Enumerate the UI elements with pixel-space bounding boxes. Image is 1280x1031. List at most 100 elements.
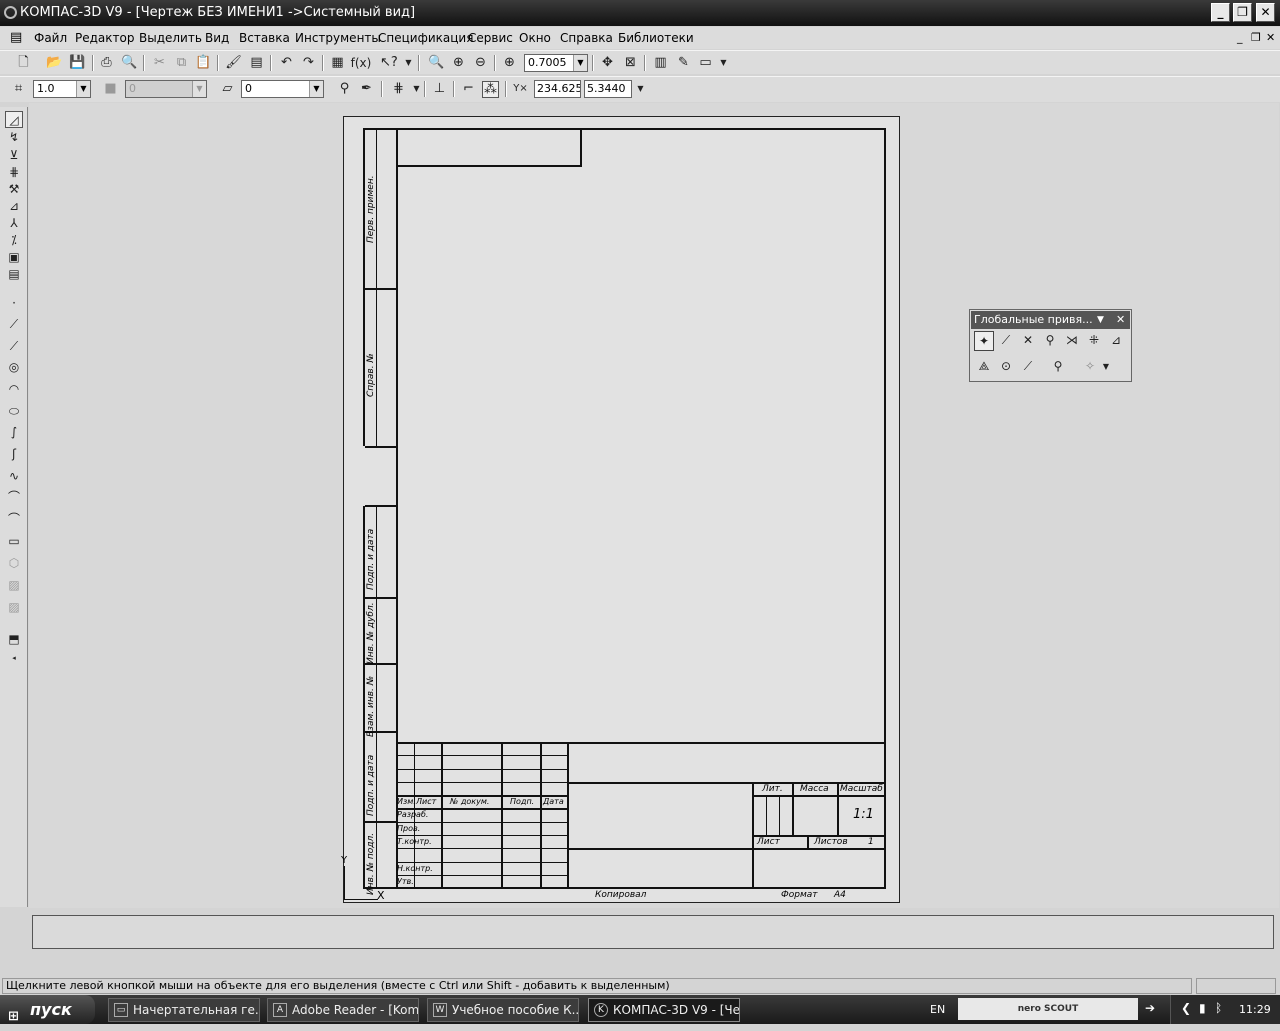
point-on-curve-snap-icon[interactable]: ⟋ <box>1018 357 1038 377</box>
dimensions-panel-icon[interactable]: ↯ <box>5 129 23 146</box>
angle-snap-icon[interactable]: ⊿ <box>1106 331 1126 351</box>
dropdown-arrow-icon[interactable]: ▼ <box>408 81 425 98</box>
mdi-minimize-button[interactable]: _ <box>1237 31 1243 44</box>
snap-panel-header[interactable]: Глобальные привя... ▼ ✕ <box>971 311 1130 329</box>
spec-panel-icon[interactable]: ▣ <box>5 249 23 266</box>
reports-panel-icon[interactable]: ▤ <box>5 266 23 283</box>
manager-icon[interactable]: ▦ <box>329 55 346 72</box>
menu-select[interactable]: Выделить <box>139 31 202 45</box>
format-brush-icon[interactable]: 🖌 <box>225 55 242 72</box>
selection-panel-icon[interactable]: ⅄ <box>5 215 23 232</box>
redo-icon[interactable]: ↷ <box>300 55 317 72</box>
bezier-icon[interactable]: ʃ <box>5 446 23 463</box>
ellipse-icon[interactable]: ⬭ <box>5 403 23 420</box>
help-pointer-icon[interactable]: ↖? <box>380 55 398 72</box>
zoom-in-icon[interactable]: ⊕ <box>450 55 467 72</box>
geometry-panel-icon[interactable]: ◿ <box>5 111 23 128</box>
normal-snap-icon[interactable]: ⚲ <box>1040 331 1060 351</box>
nero-scout-bar[interactable]: nero SCOUT <box>958 998 1138 1020</box>
panel-close-icon[interactable]: ✕ <box>1116 311 1125 329</box>
menu-help[interactable]: Справка <box>560 31 613 45</box>
show-all-icon[interactable]: ⊠ <box>622 55 639 72</box>
spline-icon[interactable]: ∫ <box>5 424 23 441</box>
language-indicator[interactable]: EN <box>930 1003 945 1016</box>
dropdown-arrow-icon[interactable]: ▼ <box>76 81 90 97</box>
aux-line-icon[interactable]: ⟋ <box>5 316 23 333</box>
circle-icon[interactable]: ◎ <box>5 359 23 376</box>
parametrization-panel-icon[interactable]: ⚒ <box>5 181 23 198</box>
menu-libraries[interactable]: Библиотеки <box>618 31 694 45</box>
menu-specification[interactable]: Спецификация <box>378 31 473 45</box>
minimize-button[interactable]: _ <box>1211 3 1230 22</box>
fill-icon[interactable]: ▨ <box>5 599 23 616</box>
task-folder[interactable]: ▭ Начертательная ге... <box>108 998 260 1022</box>
editing-panel-icon[interactable]: ⋕ <box>5 164 23 181</box>
nearest-point-snap-icon[interactable]: ✦ <box>974 331 994 351</box>
center-snap-icon[interactable]: ⊙ <box>996 357 1016 377</box>
menu-service[interactable]: Сервис <box>468 31 513 45</box>
polyline-icon[interactable]: ∿ <box>5 468 23 485</box>
contour-icon[interactable]: ⬡ <box>5 555 23 572</box>
snap-off-icon[interactable]: ⚲ <box>1048 357 1068 377</box>
screen-icon[interactable]: ▭ <box>697 55 714 72</box>
variables-icon[interactable]: f(x) <box>350 55 372 72</box>
task-kompas[interactable]: K КОМПАС-3D V9 - [Че... <box>588 998 740 1022</box>
properties-icon[interactable]: ▤ <box>248 55 265 72</box>
arrow-right-icon[interactable]: ➔ <box>1145 1001 1155 1015</box>
layer-combo[interactable]: 0 ▼ <box>241 80 324 98</box>
dropdown-arrow-icon[interactable]: ▼ <box>1096 357 1116 377</box>
print-icon[interactable]: ⎙ <box>98 55 115 72</box>
task-adobe-reader[interactable]: A Adobe Reader - [Kom... <box>267 998 419 1022</box>
expand-arrow-icon[interactable]: ◂ <box>5 650 23 667</box>
notation-panel-icon[interactable]: ⊻ <box>5 147 23 164</box>
dropdown-arrow-icon[interactable]: ▼ <box>573 55 587 71</box>
middle-snap-icon[interactable]: ⟁ <box>974 357 994 377</box>
paste-icon[interactable]: 📋 <box>195 55 212 72</box>
step-combo[interactable]: 1.0 ▼ <box>33 80 91 98</box>
coord-x-field[interactable]: 234.625 <box>534 80 581 98</box>
save-icon[interactable]: 💾 <box>69 55 86 72</box>
parametric-mode-icon[interactable]: ⁂ <box>482 81 499 98</box>
dropdown-arrow-icon[interactable]: ▼ <box>632 81 649 98</box>
associative-views-icon[interactable]: ⁒ <box>5 232 23 249</box>
menu-edit[interactable]: Редактор <box>75 31 134 45</box>
coord-y-field[interactable]: 5.3440 <box>584 80 632 98</box>
local-snap-icon[interactable]: ✒ <box>358 81 375 98</box>
zoom-combo[interactable]: 0.7005 ▼ <box>524 54 588 72</box>
dropdown-arrow-icon[interactable]: ▼ <box>309 81 323 97</box>
segment-icon[interactable]: ⟋ <box>5 338 23 355</box>
zoom-window-icon[interactable]: 🔍 <box>428 55 445 72</box>
measure-panel-icon[interactable]: ⊿ <box>5 198 23 215</box>
mdi-close-button[interactable]: ✕ <box>1266 31 1275 44</box>
fillet-icon[interactable]: ⌒ <box>5 511 23 528</box>
dropdown-arrow-icon[interactable]: ▼ <box>400 55 417 72</box>
menu-insert[interactable]: Вставка <box>239 31 290 45</box>
open-file-icon[interactable]: 📂 <box>46 55 63 72</box>
new-file-icon[interactable]: 🗋 <box>15 55 32 72</box>
ortho-icon[interactable]: ⌐ <box>460 81 477 98</box>
menu-file[interactable]: Файл <box>34 31 67 45</box>
start-button[interactable]: ⊞ пуск <box>0 995 95 1024</box>
zoom-out-icon[interactable]: ⊖ <box>472 55 489 72</box>
grid-icon[interactable]: ⋕ <box>390 81 407 98</box>
print-preview-icon[interactable]: 🔍 <box>121 55 138 72</box>
task-word[interactable]: W Учебное пособие К... <box>427 998 579 1022</box>
tray-collapse-icon[interactable]: ❮ <box>1181 1001 1191 1015</box>
restore-button[interactable]: ❐ <box>1233 3 1252 22</box>
grid-snap-icon[interactable]: ⁜ <box>1084 331 1104 351</box>
global-snaps-panel[interactable]: Глобальные привя... ▼ ✕ ✦ ⟋ ✕ ⚲ ⋊ ⁜ ⊿ ⟁ … <box>969 309 1132 382</box>
close-button[interactable]: ✕ <box>1256 3 1275 22</box>
hatch-icon[interactable]: ▨ <box>5 577 23 594</box>
undo-icon[interactable]: ↶ <box>278 55 295 72</box>
extension-snap-icon[interactable]: ⋊ <box>1062 331 1082 351</box>
document-icon[interactable]: ▤ <box>10 30 22 45</box>
bluetooth-icon[interactable]: ᛒ <box>1215 1001 1222 1015</box>
menu-view[interactable]: Вид <box>205 31 229 45</box>
cut-icon[interactable]: ✂ <box>151 55 168 72</box>
pan-icon[interactable]: ✥ <box>599 55 616 72</box>
rectangle-icon[interactable]: ▭ <box>5 533 23 550</box>
local-cs-icon[interactable]: ⊥ <box>431 81 448 98</box>
snap-magnet-icon[interactable]: ⚲ <box>336 81 353 98</box>
menu-window[interactable]: Окно <box>519 31 551 45</box>
dropdown-arrow-icon[interactable]: ▼ <box>715 55 732 72</box>
